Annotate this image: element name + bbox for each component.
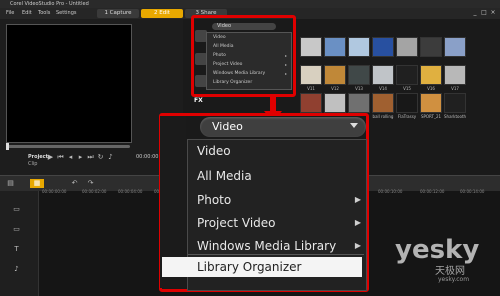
thumbnail[interactable] — [372, 37, 394, 57]
thumbnail[interactable] — [420, 65, 442, 85]
thumbnail[interactable] — [396, 37, 418, 57]
thumbnail-label: V14 — [379, 86, 387, 91]
scrub-handle[interactable] — [6, 143, 9, 150]
home-icon[interactable]: ⏮ — [56, 153, 65, 162]
end-icon[interactable]: ⏭ — [86, 153, 95, 162]
thumbnail-label: V16 — [427, 86, 435, 91]
thumbnail[interactable] — [300, 65, 322, 85]
thumbnail-label: SPORT_21 — [420, 114, 442, 119]
ruler-label: 00:00:02:00 — [82, 189, 107, 194]
menu-settings[interactable]: Settings — [56, 8, 77, 19]
thumbnail[interactable] — [444, 65, 466, 85]
thumbnail-label: V12 — [331, 86, 339, 91]
thumbnail-label: ball rolling — [372, 114, 394, 119]
video-track-icon[interactable]: ▭ — [12, 205, 21, 214]
submenu-arrow-icon: ▶ — [354, 195, 361, 204]
thumbnail[interactable] — [396, 93, 418, 113]
thumbnail[interactable] — [372, 65, 394, 85]
thumbnail-label: V15 — [403, 86, 411, 91]
tab-edit[interactable]: 2 Edit — [141, 9, 183, 18]
thumbnail[interactable] — [300, 37, 322, 57]
menu-edit[interactable]: Edit — [22, 8, 32, 19]
storyboard-view-icon[interactable]: ▤ — [6, 179, 15, 188]
menu-item-library-organizer[interactable]: Library Organizer — [162, 257, 362, 277]
redo-icon[interactable]: ↷ — [86, 179, 95, 188]
overlay-track-icon[interactable]: ▭ — [12, 225, 21, 234]
thumbnail-label: Sharktooth — [444, 114, 467, 119]
ruler-label: 00:00:12:00 — [420, 189, 445, 194]
menu-item-label: Library Organizer — [197, 260, 302, 274]
next-frame-icon[interactable]: ▸ — [76, 153, 85, 162]
play-icon[interactable]: ▶ — [46, 153, 55, 162]
minimize-button[interactable]: _ — [471, 9, 479, 16]
menu-item-project-video[interactable]: Project Video — [197, 215, 276, 231]
maximize-button[interactable]: □ — [480, 9, 488, 16]
chevron-down-icon — [350, 123, 358, 128]
thumbnail[interactable] — [324, 37, 346, 57]
volume-icon[interactable]: ♪ — [106, 153, 115, 162]
thumbnail[interactable] — [348, 93, 370, 113]
dropdown-value: Video — [212, 120, 243, 133]
thumbnail[interactable] — [324, 65, 346, 85]
thumbnail[interactable] — [372, 93, 394, 113]
callout-highlight-small — [191, 15, 296, 97]
thumbnail[interactable] — [396, 65, 418, 85]
prev-frame-icon[interactable]: ◂ — [66, 153, 75, 162]
title-track-icon[interactable]: T — [12, 245, 21, 254]
menu-item-video[interactable]: Video — [197, 143, 231, 159]
ruler-label: 00:00:00:00 — [42, 189, 67, 194]
scrub-bar[interactable] — [6, 145, 130, 148]
submenu-arrow-icon: ▶ — [354, 241, 361, 250]
thumbnail[interactable] — [348, 37, 370, 57]
thumbnail-label: V17 — [451, 86, 459, 91]
menu-file[interactable]: File — [6, 8, 14, 19]
clip-mode-label[interactable]: Clip — [28, 161, 37, 167]
zoomed-library-menu: Video All Media Photo ▶ Project Video ▶ … — [162, 139, 367, 291]
watermark-logo: yesky — [395, 235, 480, 265]
thumbnail[interactable] — [420, 93, 442, 113]
thumbnail[interactable] — [348, 65, 370, 85]
thumbnail-label: V11 — [307, 86, 315, 91]
thumbnail[interactable] — [444, 93, 466, 113]
thumbnail-label: V13 — [355, 86, 363, 91]
menu-item-windows-media-library[interactable]: Windows Media Library — [197, 238, 336, 254]
submenu-arrow-icon: ▶ — [354, 218, 361, 227]
ruler-label: 00:00:04:00 — [118, 189, 143, 194]
tab-capture[interactable]: 1 Capture — [97, 9, 139, 18]
watermark-domain: yesky.com — [438, 276, 470, 283]
ruler-label: 00:00:10:00 — [378, 189, 403, 194]
thumbnail[interactable] — [420, 37, 442, 57]
zoomed-library-dropdown[interactable]: Video — [200, 117, 366, 137]
callout-arrow — [270, 95, 276, 112]
menu-item-all-media[interactable]: All Media — [197, 168, 252, 184]
voice-track-icon[interactable]: ♪ — [12, 265, 21, 274]
close-button[interactable]: × — [489, 9, 497, 16]
fx-icon[interactable]: FX — [194, 97, 203, 104]
repeat-icon[interactable]: ↻ — [96, 153, 105, 162]
track-headers: ▭ ▭ T ♪ — [0, 191, 39, 296]
undo-icon[interactable]: ↶ — [70, 179, 79, 188]
thumbnail-label: FlaTrassy — [397, 114, 417, 119]
menu-tools[interactable]: Tools — [38, 8, 50, 19]
thumbnail[interactable] — [324, 93, 346, 113]
menu-item-photo[interactable]: Photo — [197, 192, 231, 208]
thumbnail[interactable] — [444, 37, 466, 57]
watermark-subtitle: 天极网 — [435, 266, 465, 277]
ruler-label: 00:00:14:00 — [460, 189, 485, 194]
menu-separator — [188, 254, 364, 255]
thumbnail[interactable] — [300, 93, 322, 113]
window-title: Corel VideoStudio Pro - Untitled — [0, 0, 500, 8]
preview-screen[interactable] — [6, 24, 132, 143]
timeline-view-icon[interactable]: ▦ — [30, 179, 44, 188]
